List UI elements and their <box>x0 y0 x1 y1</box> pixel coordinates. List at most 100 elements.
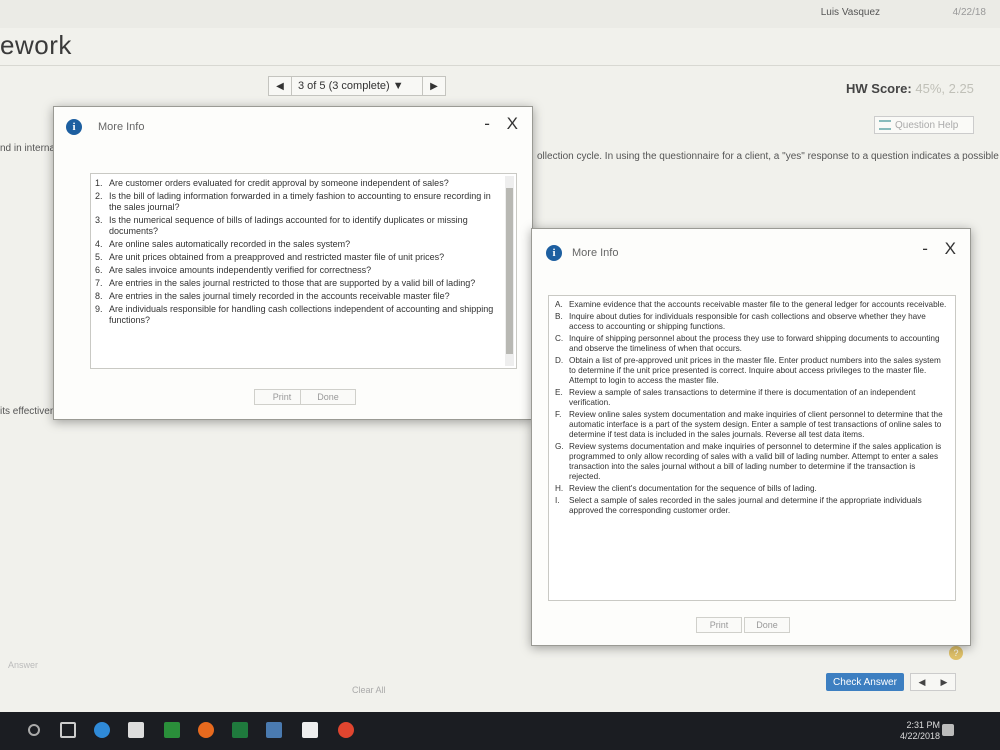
info-icon: i <box>546 245 562 261</box>
questions-list: 1. Are customer orders evaluated for cred… <box>90 173 517 369</box>
item-number: G. <box>555 442 564 451</box>
item-number: E. <box>555 388 563 397</box>
list-item: 1. Are customer orders evaluated for cred… <box>95 178 500 189</box>
hw-score: HW Score: 45%, 2.25 <box>846 81 974 96</box>
done-button[interactable]: Done <box>744 617 790 633</box>
item-number: 4. <box>95 239 103 249</box>
item-text: Inquire of shipping personnel about the … <box>569 334 940 353</box>
item-text: Examine evidence that the accounts recei… <box>569 300 947 309</box>
image-viewer-icon[interactable] <box>266 722 282 738</box>
hw-score-label: HW Score: <box>846 81 912 96</box>
question-help-label: Question Help <box>895 119 959 131</box>
next-question-button[interactable]: ▶ <box>423 81 445 92</box>
user-name[interactable]: Luis Vasquez <box>821 7 880 18</box>
item-text: Are entries in the sales journal timely … <box>109 291 450 301</box>
prev-question-button[interactable]: ◀ <box>269 81 291 92</box>
item-text: Review online sales system documentation… <box>569 410 943 439</box>
item-text: Are unit prices obtained from a preappro… <box>109 252 445 262</box>
item-text: Are entries in the sales journal restric… <box>109 278 476 288</box>
clock-date: 4/22/2018 <box>899 731 940 741</box>
list-item: 6. Are sales invoice amounts independentl… <box>95 265 500 276</box>
list-item: D. Obtain a list of pre-approved unit pri… <box>555 356 949 386</box>
help-icon[interactable]: ? <box>949 646 963 660</box>
list-item: 3. Is the numerical sequence of bills of … <box>95 215 500 237</box>
dialog-window-controls[interactable]: - X <box>922 239 962 259</box>
taskbar: 2:31 PM 4/22/2018 <box>0 712 1000 750</box>
item-number: 3. <box>95 215 103 225</box>
scrollbar[interactable] <box>505 176 514 366</box>
item-text: Obtain a list of pre-approved unit price… <box>569 356 941 385</box>
top-bar: Luis Vasquez 4/22/18 <box>0 0 1000 28</box>
item-number: F. <box>555 410 562 419</box>
header-date: 4/22/18 <box>952 7 986 18</box>
item-text: Are customer orders evaluated for credit… <box>109 178 449 188</box>
item-text: Select a sample of sales recorded in the… <box>569 496 922 515</box>
question-position-dropdown[interactable]: 3 of 5 (3 complete) ▼ <box>291 77 423 95</box>
hw-score-value: 45%, 2.25 <box>915 81 974 96</box>
list-item: 8. Are entries in the sales journal timel… <box>95 291 500 302</box>
system-tray-clock[interactable]: 2:31 PM 4/22/2018 <box>900 720 940 742</box>
item-number: 6. <box>95 265 103 275</box>
dialog-window-controls[interactable]: - X <box>484 114 524 134</box>
check-answer-button[interactable]: Check Answer <box>826 673 904 691</box>
print-button[interactable]: Print <box>696 617 742 633</box>
item-text: Review the client's documentation for th… <box>569 484 817 493</box>
question-navigator: ◀ 3 of 5 (3 complete) ▼ ▶ <box>268 76 446 96</box>
answer-pager: ◀ ▶ <box>910 673 956 691</box>
header-divider <box>0 65 1000 66</box>
item-text: Is the numerical sequence of bills of la… <box>109 215 468 236</box>
firefox-icon[interactable] <box>198 722 214 738</box>
excel-icon[interactable] <box>232 722 248 738</box>
list-item: B. Inquire about duties for individuals r… <box>555 312 949 332</box>
procedures-list: A. Examine evidence that the accounts rec… <box>548 295 956 601</box>
item-number: D. <box>555 356 564 365</box>
list-item: 4. Are online sales automatically recorde… <box>95 239 500 250</box>
item-text: Are sales invoice amounts independently … <box>109 265 372 275</box>
edge-icon[interactable] <box>94 722 110 738</box>
photos-icon[interactable] <box>164 722 180 738</box>
task-view-icon[interactable] <box>60 722 76 738</box>
dialog-title: More Info <box>98 121 145 133</box>
answer-label: Answer <box>8 660 39 670</box>
item-text: Review systems documentation and make in… <box>569 442 942 481</box>
clock-time: 2:31 PM <box>906 720 940 730</box>
item-number: 1. <box>95 178 103 188</box>
pager-prev-icon[interactable]: ◀ <box>919 677 926 688</box>
list-item: E. Review a sample of sales transactions … <box>555 388 949 408</box>
search-icon[interactable] <box>28 724 40 736</box>
chrome-icon[interactable] <box>338 722 354 738</box>
question-text-fragment: nd in interna <box>0 143 56 154</box>
item-number: 5. <box>95 252 103 262</box>
dialog-title: More Info <box>572 247 619 259</box>
item-text: Are individuals responsible for handling… <box>109 304 494 325</box>
item-number: H. <box>555 484 564 493</box>
item-number: 7. <box>95 278 103 288</box>
clear-all-button[interactable]: Clear All <box>352 685 386 695</box>
question-text-fragment-right: ollection cycle. In using the questionna… <box>537 151 999 162</box>
store-icon[interactable] <box>128 722 144 738</box>
list-item: H. Review the client's documentation for … <box>555 484 949 494</box>
item-number: A. <box>555 300 563 309</box>
list-item: 9. Are individuals responsible for handli… <box>95 304 500 326</box>
item-number: I. <box>555 496 560 505</box>
scroll-thumb[interactable] <box>506 188 513 354</box>
list-item: I. Select a sample of sales recorded in t… <box>555 496 949 516</box>
done-button[interactable]: Done <box>300 389 356 405</box>
dialog-header: i More Info <box>54 113 532 141</box>
dialog-header: i More Info <box>532 239 970 267</box>
item-text: Is the bill of lading information forwar… <box>109 191 491 212</box>
page-title: ework <box>0 30 72 60</box>
mail-icon[interactable] <box>302 722 318 738</box>
item-number: 8. <box>95 291 103 301</box>
notifications-icon[interactable] <box>942 724 954 736</box>
list-item: G. Review systems documentation and make … <box>555 442 949 482</box>
item-text: Inquire about duties for individuals res… <box>569 312 926 331</box>
more-info-dialog-procedures: i More Info - X A. Examine evidence that … <box>531 228 971 646</box>
item-text: Are online sales automatically recorded … <box>109 239 351 249</box>
item-number: B. <box>555 312 563 321</box>
list-item: F. Review online sales system documentati… <box>555 410 949 440</box>
pager-next-icon[interactable]: ▶ <box>941 677 948 688</box>
list-item: 2. Is the bill of lading information forw… <box>95 191 500 213</box>
question-help-button[interactable]: Question Help <box>874 116 974 134</box>
list-item: 5. Are unit prices obtained from a preapp… <box>95 252 500 263</box>
